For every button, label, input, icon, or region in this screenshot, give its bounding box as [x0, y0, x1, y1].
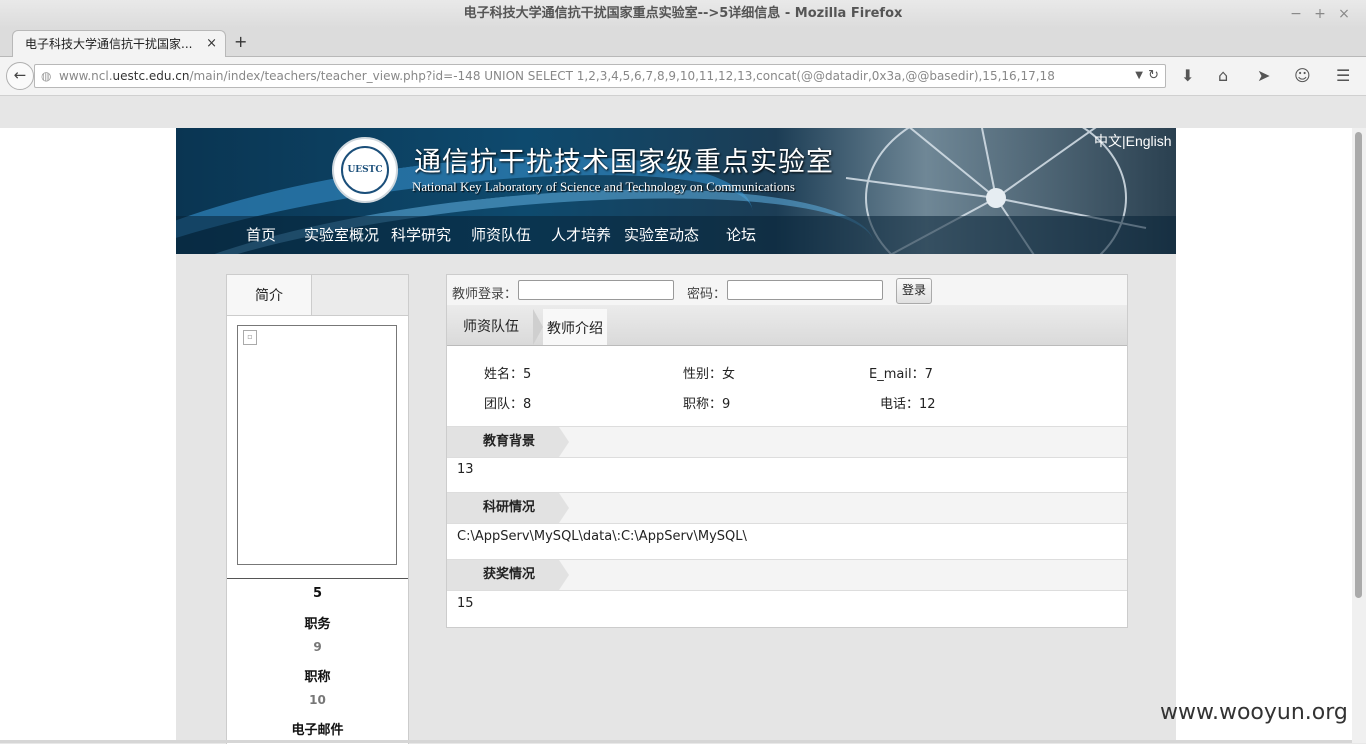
section-awards-title: 获奖情况: [483, 567, 536, 582]
email-label: 电子邮件: [291, 723, 344, 738]
url-prefix: www.ncl.: [59, 69, 113, 83]
window-controls: − + ×: [1284, 0, 1356, 28]
section-research-body: C:\AppServ\MySQL\data\:C:\AppServ\MySQL\: [457, 529, 747, 544]
section-education-body: 13: [457, 462, 474, 477]
info-name: 姓名：5: [484, 367, 532, 382]
section-awards-header: 获奖情况: [447, 559, 1127, 591]
section-awards-body: 15: [457, 596, 474, 611]
menu-icon[interactable]: ☰: [1336, 66, 1350, 86]
send-icon[interactable]: ➤: [1257, 66, 1270, 86]
title-value: 10: [309, 693, 326, 707]
chat-icon[interactable]: ☺: [1294, 66, 1311, 86]
teacher-detail-panel: 教师登录： 密码： 登录 师资队伍 教师介绍 姓名：5 性别：女 E_mail：…: [446, 274, 1128, 628]
teacher-login-label: 教师登录：: [452, 287, 518, 302]
close-window-button[interactable]: ×: [1332, 0, 1356, 28]
position-label: 职务: [304, 617, 331, 632]
title-label: 职称: [304, 670, 331, 685]
globe-icon: ◍: [41, 69, 52, 83]
site-title-en: National Key Laboratory of Science and T…: [412, 179, 795, 194]
url-path: /main/index/teachers/teacher_view.php?id…: [189, 69, 1055, 83]
page-scrollbar[interactable]: [1352, 128, 1366, 743]
section-tab-tip: [559, 427, 569, 457]
uestc-logo: UESTC: [332, 137, 398, 203]
new-tab-icon[interactable]: +: [234, 30, 247, 54]
info-team: 团队：8: [484, 397, 532, 412]
navigation-toolbar: ← ◍ www.ncl.uestc.edu.cn/main/index/teac…: [0, 57, 1366, 96]
section-tab-tip: [559, 493, 569, 523]
username-input[interactable]: [518, 280, 674, 300]
nav-faculty[interactable]: 师资队伍: [471, 224, 531, 245]
info-email: E_mail：7: [869, 367, 933, 382]
position-value: 9: [313, 640, 322, 654]
section-tab-tip: [559, 560, 569, 590]
logo-text: UESTC: [341, 146, 389, 194]
tab-intro[interactable]: 简介: [227, 275, 312, 315]
broken-image-icon: ▫: [243, 330, 257, 345]
watermark-text: www.wooyun.org: [1160, 700, 1348, 725]
home-icon[interactable]: ⌂: [1218, 66, 1228, 86]
info-phone: 电话：12: [880, 397, 936, 412]
teacher-name: 5: [312, 586, 323, 601]
minimize-button[interactable]: −: [1284, 0, 1308, 28]
teacher-photo: ▫: [237, 325, 397, 565]
tab-close-icon[interactable]: ×: [206, 31, 217, 57]
sidebar-divider: [227, 578, 408, 579]
section-research-title: 科研情况: [483, 500, 536, 515]
toolbar-strip: [0, 96, 1366, 128]
sidebar-tab-bar: 简介: [227, 275, 408, 316]
password-input[interactable]: [727, 280, 883, 300]
breadcrumb-faculty[interactable]: 师资队伍: [463, 305, 519, 349]
nav-home[interactable]: 首页: [246, 224, 276, 245]
maximize-button[interactable]: +: [1308, 0, 1332, 28]
section-education-header: 教育背景: [447, 426, 1127, 458]
section-education-title: 教育背景: [483, 434, 536, 449]
site-container: UESTC 通信抗干扰技术国家级重点实验室 National Key Labor…: [176, 128, 1176, 744]
breadcrumb-separator: [533, 309, 543, 345]
tab-bar: 电子科技大学通信抗干扰国家... × +: [0, 28, 1366, 57]
nav-forum[interactable]: 论坛: [726, 224, 756, 245]
password-label: 密码：: [687, 287, 727, 302]
scrollbar-thumb[interactable]: [1355, 132, 1362, 598]
info-gender: 性别：女: [683, 367, 736, 382]
url-text[interactable]: www.ncl.uestc.edu.cn/main/index/teachers…: [59, 65, 1055, 87]
login-row: 教师登录： 密码： 登录: [447, 275, 1127, 305]
lang-en-link[interactable]: English: [1126, 133, 1172, 149]
profile-sidebar: 简介 ▫ 5 职务 9 职称 10 电子邮件: [226, 274, 409, 744]
download-icon[interactable]: ⬇: [1181, 66, 1194, 86]
site-title-cn: 通信抗干扰技术国家级重点实验室: [414, 147, 834, 178]
window-title: 电子科技大学通信抗干扰国家重点实验室-->5详细信息 - Mozilla Fir…: [463, 6, 903, 21]
nav-lab-overview[interactable]: 实验室概况: [304, 224, 379, 245]
browser-tab[interactable]: 电子科技大学通信抗干扰国家... ×: [12, 30, 226, 57]
site-banner: UESTC 通信抗干扰技术国家级重点实验室 National Key Labor…: [176, 128, 1176, 254]
url-domain: uestc.edu.cn: [112, 69, 190, 83]
language-switch: 中文|English: [1094, 131, 1172, 151]
section-research-header: 科研情况: [447, 492, 1127, 524]
nav-talent[interactable]: 人才培养: [551, 224, 611, 245]
url-dropdown-icon[interactable]: ▼: [1135, 65, 1143, 87]
lang-cn-link[interactable]: 中文: [1094, 133, 1122, 149]
url-bar[interactable]: ◍ www.ncl.uestc.edu.cn/main/index/teache…: [34, 64, 1166, 88]
tab-title: 电子科技大学通信抗干扰国家...: [25, 37, 193, 51]
info-title: 职称：9: [683, 397, 731, 412]
window-titlebar: 电子科技大学通信抗干扰国家重点实验室-->5详细信息 - Mozilla Fir…: [0, 0, 1366, 28]
nav-news[interactable]: 实验室动态: [624, 224, 699, 245]
back-button[interactable]: ←: [6, 62, 34, 90]
breadcrumb: 师资队伍 教师介绍: [447, 305, 1127, 346]
nav-research[interactable]: 科学研究: [391, 224, 451, 245]
reload-icon[interactable]: ↻: [1148, 65, 1159, 87]
login-button[interactable]: 登录: [896, 278, 932, 304]
breadcrumb-teacher-intro[interactable]: 教师介绍: [543, 309, 607, 345]
